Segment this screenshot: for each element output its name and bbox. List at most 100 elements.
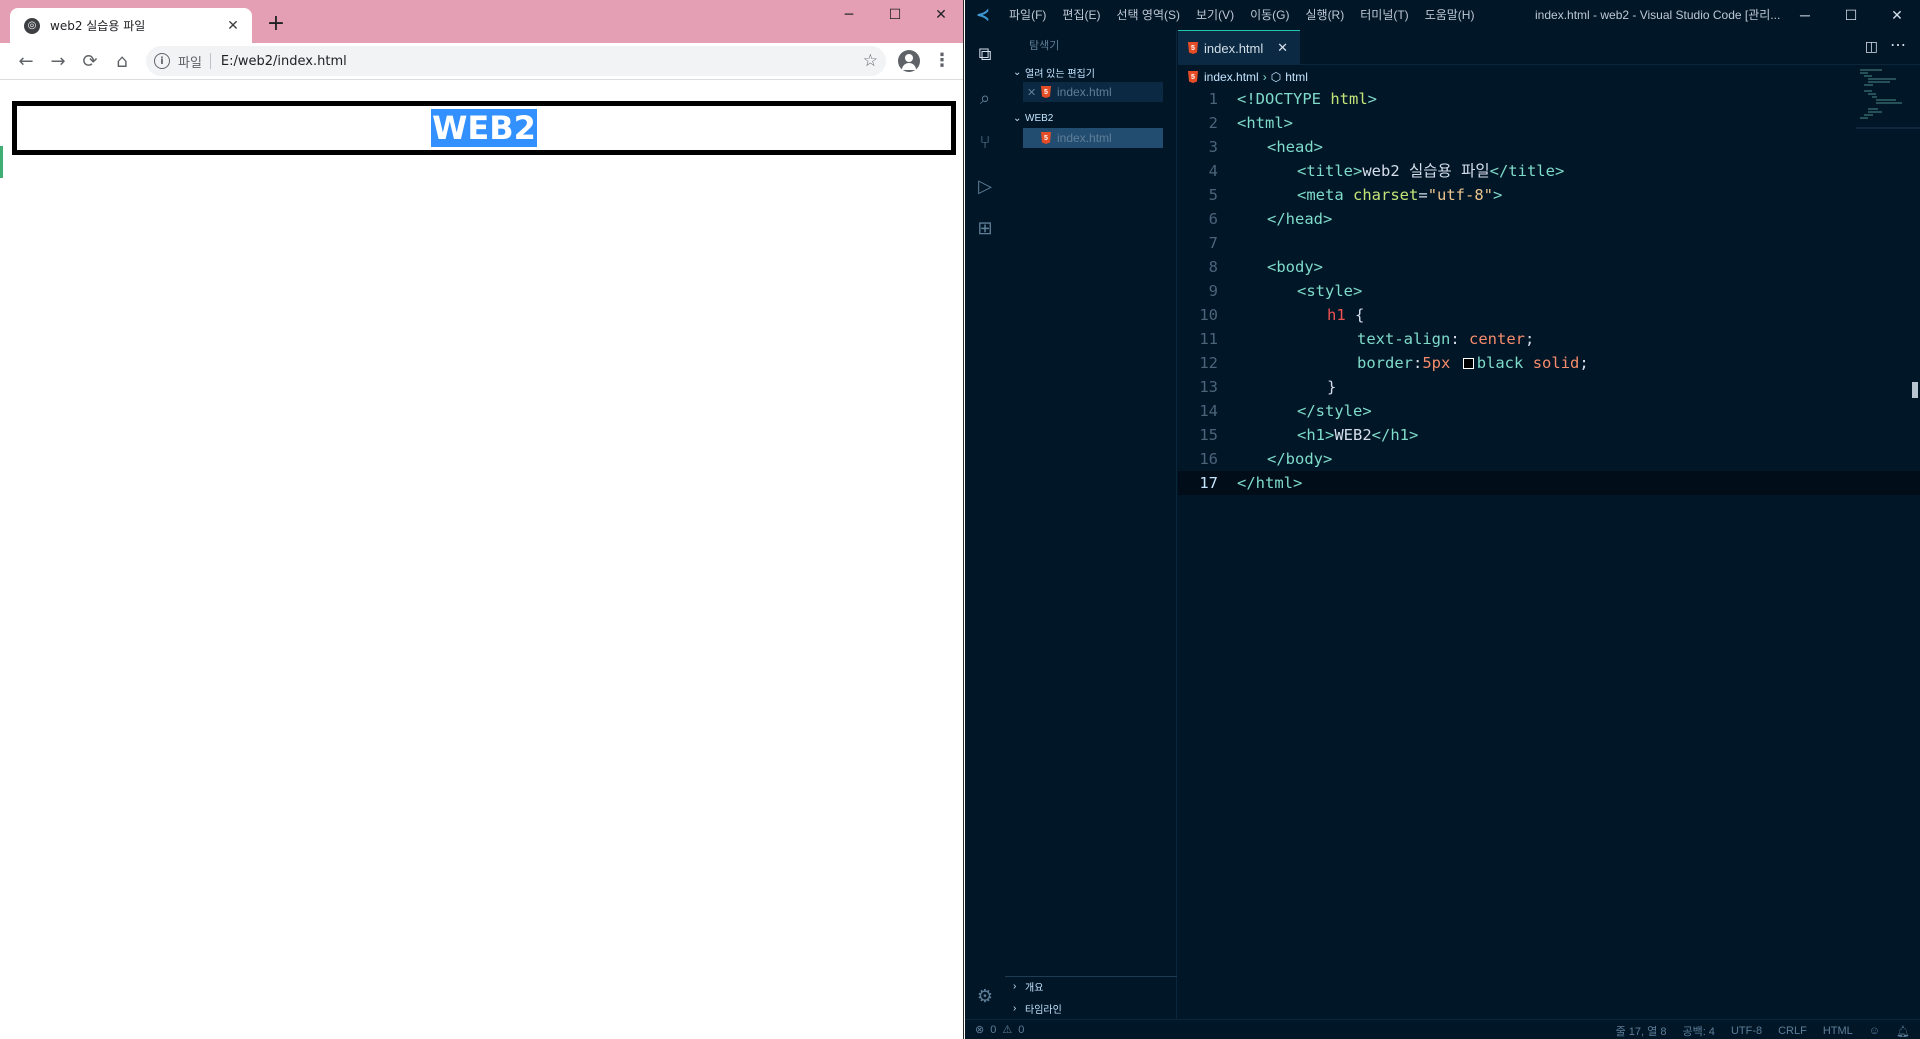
menu-edit[interactable]: 편집(E): [1054, 0, 1108, 30]
breadcrumb-chevron-icon: ›: [1262, 70, 1267, 84]
minimap[interactable]: [1856, 68, 1920, 130]
end-of-line[interactable]: CRLF: [1778, 1025, 1807, 1037]
close-tab-icon[interactable]: ✕: [1277, 40, 1288, 56]
code-line[interactable]: 11 text-align: center;: [1178, 327, 1920, 351]
browser-window: ◎ web2 실습용 파일 ✕ + ─ ☐ ✕ ← → ⟳ ⌂ i 파일 E:/…: [0, 0, 964, 1039]
open-editor-item[interactable]: ✕ 5 index.html: [1023, 82, 1163, 102]
folder-file-item[interactable]: 5 index.html: [1023, 128, 1163, 148]
language-mode[interactable]: HTML: [1823, 1025, 1853, 1037]
vs-minimize-button[interactable]: ─: [1782, 0, 1828, 30]
tab-title: web2 실습용 파일: [50, 19, 146, 33]
error-icon: ⊗: [975, 1024, 985, 1036]
editor-tab[interactable]: 5 index.html ✕: [1178, 30, 1300, 65]
line-content: <html>: [1237, 114, 1293, 132]
scrollbar-thumb[interactable]: [1912, 382, 1918, 398]
line-number: 17: [1199, 474, 1218, 492]
code-line[interactable]: 1 <!DOCTYPE html>: [1178, 87, 1920, 111]
forward-arrow-icon[interactable]: →: [42, 45, 74, 77]
code-line[interactable]: 15 <h1>WEB2</h1>: [1178, 423, 1920, 447]
source-control-icon[interactable]: ⑂: [973, 130, 997, 154]
code-line[interactable]: 13}: [1178, 375, 1920, 399]
problems-indicator[interactable]: ⊗ 0 ⚠ 0: [975, 1023, 1024, 1037]
profile-avatar-icon[interactable]: [898, 50, 920, 72]
bookmark-star-icon[interactable]: ☆: [863, 51, 878, 71]
menu-terminal[interactable]: 터미널(T): [1352, 0, 1416, 30]
line-content: </body>: [1267, 450, 1333, 468]
menu-help[interactable]: 도움말(H): [1417, 0, 1483, 30]
code-line[interactable]: 2 <html>: [1178, 111, 1920, 135]
breadcrumb-file[interactable]: index.html: [1204, 70, 1259, 84]
settings-gear-icon[interactable]: ⚙: [973, 984, 997, 1008]
url-text[interactable]: E:/web2/index.html: [221, 54, 863, 69]
vscode-logo-icon: ≺: [976, 7, 990, 24]
line-number: 5: [1208, 186, 1218, 204]
back-arrow-icon[interactable]: ←: [10, 45, 42, 77]
feedback-icon[interactable]: ☺: [1869, 1025, 1880, 1037]
code-line[interactable]: 16 </body>: [1178, 447, 1920, 471]
chevron-down-icon: ⌄: [1013, 66, 1022, 78]
home-icon[interactable]: ⌂: [106, 45, 138, 77]
reload-icon[interactable]: ⟳: [74, 45, 106, 77]
code-line[interactable]: 12 border:5px black solid;: [1178, 351, 1920, 375]
address-bar[interactable]: i 파일 E:/web2/index.html ☆: [146, 46, 886, 76]
new-tab-button[interactable]: +: [264, 12, 288, 36]
code-editor[interactable]: 1 <!DOCTYPE html> 2 <html> 3 <head> 4 <title…: [1178, 87, 1920, 495]
code-line-active[interactable]: 17 </html>: [1178, 471, 1920, 495]
color-swatch[interactable]: [1462, 358, 1474, 369]
code-line[interactable]: 9 <style>: [1178, 279, 1920, 303]
selected-heading-text[interactable]: WEB2: [431, 109, 537, 147]
line-content: <style>: [1297, 282, 1363, 300]
vscode-window: ≺ 파일(F) 편집(E) 선택 영역(S) 보기(V) 이동(G) 실행(R)…: [965, 0, 1920, 1039]
code-line[interactable]: 7: [1178, 231, 1920, 255]
explorer-files-icon[interactable]: ⧉: [973, 42, 997, 66]
cursor-position[interactable]: 줄 17, 열 8: [1616, 1023, 1667, 1039]
code-line[interactable]: 14 </style>: [1178, 399, 1920, 423]
minimize-button[interactable]: ─: [826, 0, 872, 30]
indentation[interactable]: 공백: 4: [1682, 1023, 1714, 1039]
encoding[interactable]: UTF-8: [1731, 1025, 1762, 1037]
close-tab-icon[interactable]: ✕: [224, 18, 242, 34]
open-editors-section[interactable]: ⌄ 열려 있는 편집기: [1005, 62, 1177, 82]
timeline-section[interactable]: › 타임라인: [1005, 998, 1177, 1018]
menu-selection[interactable]: 선택 영역(S): [1108, 0, 1188, 30]
line-content: </html>: [1237, 474, 1303, 492]
run-debug-icon[interactable]: ▷: [973, 174, 997, 198]
timeline-label: 타임라인: [1025, 1004, 1062, 1016]
vs-close-button[interactable]: ✕: [1874, 0, 1920, 30]
browser-titlebar: ◎ web2 실습용 파일 ✕ + ─ ☐ ✕: [0, 0, 963, 43]
folder-section[interactable]: ⌄ WEB2: [1005, 108, 1177, 128]
menu-go[interactable]: 이동(G): [1242, 0, 1297, 30]
menu-file[interactable]: 파일(F): [1001, 0, 1054, 30]
chevron-right-icon: ›: [1013, 1002, 1017, 1014]
breadcrumb: 5 index.html › ⬡ html: [1188, 68, 1308, 86]
split-editor-icon[interactable]: ◫: [1865, 38, 1878, 55]
scheme-label: 파일: [178, 55, 202, 71]
code-line[interactable]: 10 h1 {: [1178, 303, 1920, 327]
more-actions-icon[interactable]: ⋯: [1890, 35, 1906, 55]
code-line[interactable]: 3 <head>: [1178, 135, 1920, 159]
line-number: 7: [1208, 234, 1218, 252]
notifications-bell-icon[interactable]: 🔔︎: [1896, 1025, 1910, 1038]
menu-view[interactable]: 보기(V): [1188, 0, 1242, 30]
close-editor-icon[interactable]: ✕: [1027, 86, 1036, 99]
code-line[interactable]: 4 <title>web2 실습용 파일</title>: [1178, 159, 1920, 183]
vs-maximize-button[interactable]: ☐: [1828, 0, 1874, 30]
open-editor-filename: index.html: [1057, 85, 1112, 99]
browser-menu-icon[interactable]: ⋮: [930, 46, 954, 76]
maximize-button[interactable]: ☐: [872, 0, 918, 30]
search-icon[interactable]: ⌕: [973, 86, 997, 110]
warning-icon: ⚠: [1002, 1024, 1013, 1036]
browser-tab[interactable]: ◎ web2 실습용 파일 ✕: [10, 8, 252, 43]
line-content: </style>: [1297, 402, 1372, 420]
outline-section[interactable]: › 개요: [1005, 976, 1177, 996]
html-file-icon: 5: [1041, 132, 1051, 144]
status-right: 줄 17, 열 8 공백: 4 UTF-8 CRLF HTML ☺ 🔔︎: [1616, 1023, 1910, 1039]
close-window-button[interactable]: ✕: [918, 0, 964, 30]
info-icon[interactable]: i: [154, 53, 170, 69]
code-line[interactable]: 5 <meta charset="utf-8">: [1178, 183, 1920, 207]
code-line[interactable]: 8 <body>: [1178, 255, 1920, 279]
breadcrumb-symbol[interactable]: html: [1285, 70, 1308, 84]
extensions-icon[interactable]: ⊞: [973, 216, 997, 240]
code-line[interactable]: 6 </head>: [1178, 207, 1920, 231]
menu-run[interactable]: 실행(R): [1297, 0, 1352, 30]
